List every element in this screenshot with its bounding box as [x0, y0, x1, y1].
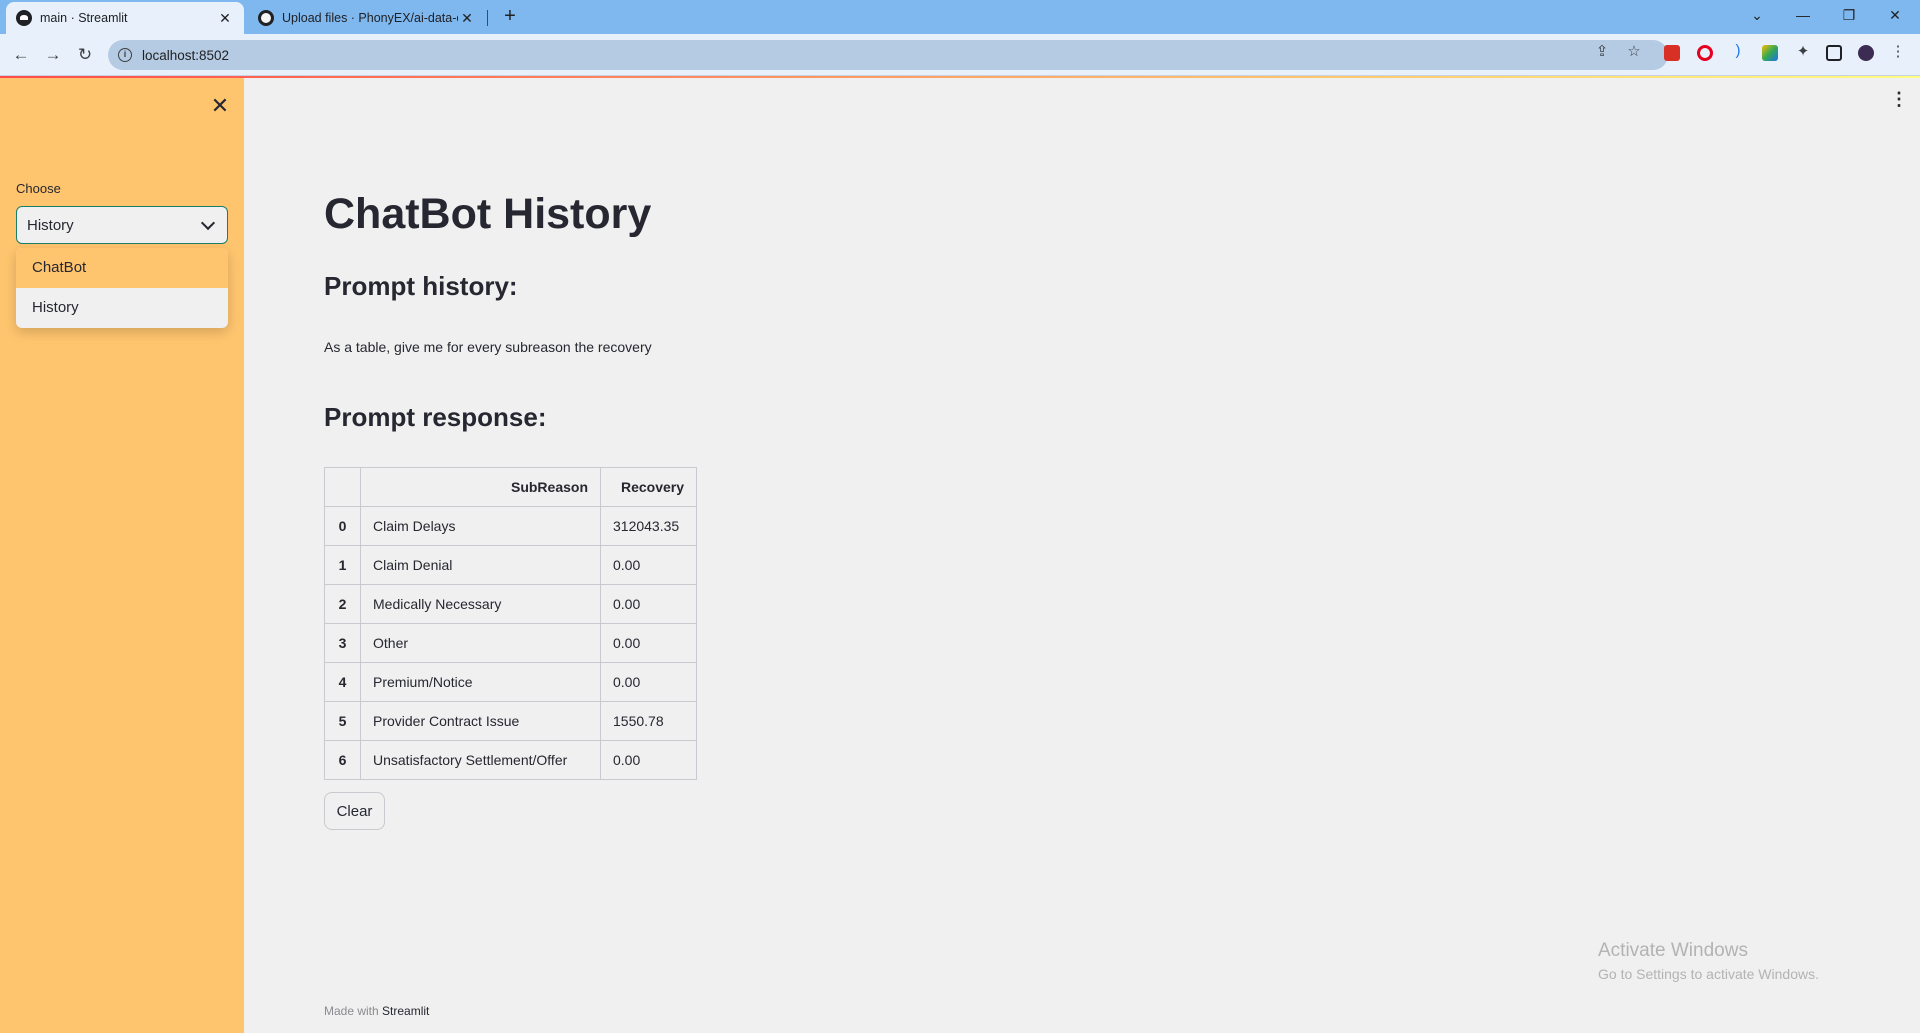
url-text: localhost:8502	[142, 47, 230, 63]
extension-red-icon[interactable]	[1664, 45, 1680, 61]
select-label: Choose	[16, 181, 61, 196]
header-decoration-bar	[0, 76, 1920, 78]
subreason-header: SubReason	[360, 467, 601, 507]
response-table: SubReason Recovery 0 Claim Delays 312043…	[324, 467, 697, 780]
subreason-cell: Provider Contract Issue	[360, 701, 601, 741]
windows-activation-watermark: Activate Windows Go to Settings to activ…	[1598, 940, 1819, 982]
browser-tab-bar: main · Streamlit ✕ Upload files · PhonyE…	[0, 0, 1920, 34]
tab-separator	[487, 10, 488, 26]
tab-main-streamlit[interactable]: main · Streamlit ✕	[6, 2, 244, 34]
recovery-cell: 312043.35	[600, 506, 697, 546]
subreason-cell: Claim Denial	[360, 545, 601, 585]
row-index: 2	[324, 584, 361, 624]
tab-search-icon[interactable]: ⌄	[1734, 4, 1780, 26]
watermark-title: Activate Windows	[1598, 940, 1748, 961]
row-index: 1	[324, 545, 361, 585]
reload-icon[interactable]: ↻	[72, 42, 98, 68]
table-row: 3 Other 0.00	[324, 623, 697, 663]
main-menu-icon[interactable]: ⋮	[1890, 90, 1908, 108]
recovery-cell: 0.00	[600, 584, 697, 624]
github-favicon-icon	[258, 10, 274, 26]
clear-button[interactable]: Clear	[324, 792, 385, 830]
browser-menu-icon[interactable]: ⋮	[1888, 42, 1908, 60]
option-chatbot[interactable]: ChatBot	[16, 248, 228, 288]
side-panel-icon[interactable]	[1826, 45, 1842, 61]
tab-upload-files[interactable]: Upload files · PhonyEX/ai-data-cl ✕	[248, 2, 486, 34]
prompt-history-heading: Prompt history:	[324, 271, 518, 301]
minimize-button[interactable]: —	[1780, 4, 1826, 26]
index-header	[324, 467, 361, 507]
select-dropdown-menu: ChatBot History	[16, 248, 228, 328]
browser-toolbar: ← → ↻ i localhost:8502 ⇪ ☆ ) ✦ ⋮	[0, 34, 1920, 76]
bookmark-star-icon[interactable]: ☆	[1624, 42, 1644, 60]
sidebar: ✕ Choose History ChatBot History	[0, 78, 244, 1033]
subreason-cell: Claim Delays	[360, 506, 601, 546]
row-index: 3	[324, 623, 361, 663]
opera-icon[interactable]	[1697, 45, 1713, 61]
maximize-button[interactable]: ❐	[1826, 4, 1872, 26]
recovery-header: Recovery	[600, 467, 697, 507]
tab-close-icon[interactable]: ✕	[216, 10, 234, 27]
tab-title: main · Streamlit	[40, 11, 128, 25]
forward-arrow-icon[interactable]: →	[40, 42, 66, 68]
address-bar[interactable]: i localhost:8502	[108, 40, 1668, 70]
table-row: 0 Claim Delays 312043.35	[324, 506, 697, 546]
close-window-button[interactable]: ✕	[1872, 4, 1918, 26]
table-header-row: SubReason Recovery	[324, 467, 697, 507]
recovery-cell: 1550.78	[600, 701, 697, 741]
subreason-cell: Unsatisfactory Settlement/Offer	[360, 740, 601, 780]
recovery-cell: 0.00	[600, 740, 697, 780]
audio-extension-icon[interactable]: )	[1728, 42, 1748, 59]
page-title: ChatBot History	[324, 190, 652, 238]
tab-close-icon[interactable]: ✕	[458, 10, 476, 27]
subreason-cell: Other	[360, 623, 601, 663]
chevron-down-icon	[200, 215, 216, 230]
selected-value: History	[27, 216, 74, 234]
profile-avatar[interactable]	[1858, 45, 1874, 61]
prompt-response-heading: Prompt response:	[324, 402, 547, 432]
subreason-cell: Premium/Notice	[360, 662, 601, 702]
streamlit-link[interactable]: Streamlit	[382, 1004, 429, 1018]
recovery-cell: 0.00	[600, 623, 697, 663]
footer-prefix: Made with	[324, 1004, 383, 1018]
table-row: 4 Premium/Notice 0.00	[324, 662, 697, 702]
recovery-cell: 0.00	[600, 662, 697, 702]
site-info-icon[interactable]: i	[118, 48, 132, 62]
row-index: 4	[324, 662, 361, 702]
row-index: 0	[324, 506, 361, 546]
option-history[interactable]: History	[16, 288, 228, 328]
tab-title: Upload files · PhonyEX/ai-data-cl	[282, 11, 458, 25]
choose-select[interactable]: History	[16, 206, 228, 244]
table-row: 6 Unsatisfactory Settlement/Offer 0.00	[324, 740, 697, 780]
colorful-extension-icon[interactable]	[1762, 45, 1778, 61]
row-index: 5	[324, 701, 361, 741]
new-tab-button[interactable]: +	[498, 5, 522, 28]
table-row: 5 Provider Contract Issue 1550.78	[324, 701, 697, 741]
back-arrow-icon[interactable]: ←	[8, 42, 34, 68]
share-icon[interactable]: ⇪	[1592, 42, 1612, 60]
streamlit-favicon-icon	[16, 10, 32, 26]
subreason-cell: Medically Necessary	[360, 584, 601, 624]
recovery-cell: 0.00	[600, 545, 697, 585]
footer: Made with Streamlit	[324, 1004, 429, 1018]
prompt-text: As a table, give me for every subreason …	[324, 339, 652, 355]
table-row: 1 Claim Denial 0.00	[324, 545, 697, 585]
streamlit-app: ✕ Choose History ChatBot History ⋮ ChatB…	[0, 76, 1920, 1033]
table-row: 2 Medically Necessary 0.00	[324, 584, 697, 624]
watermark-subtitle: Go to Settings to activate Windows.	[1598, 966, 1819, 982]
close-sidebar-icon[interactable]: ✕	[208, 93, 232, 119]
extensions-puzzle-icon[interactable]: ✦	[1793, 42, 1813, 60]
row-index: 6	[324, 740, 361, 780]
